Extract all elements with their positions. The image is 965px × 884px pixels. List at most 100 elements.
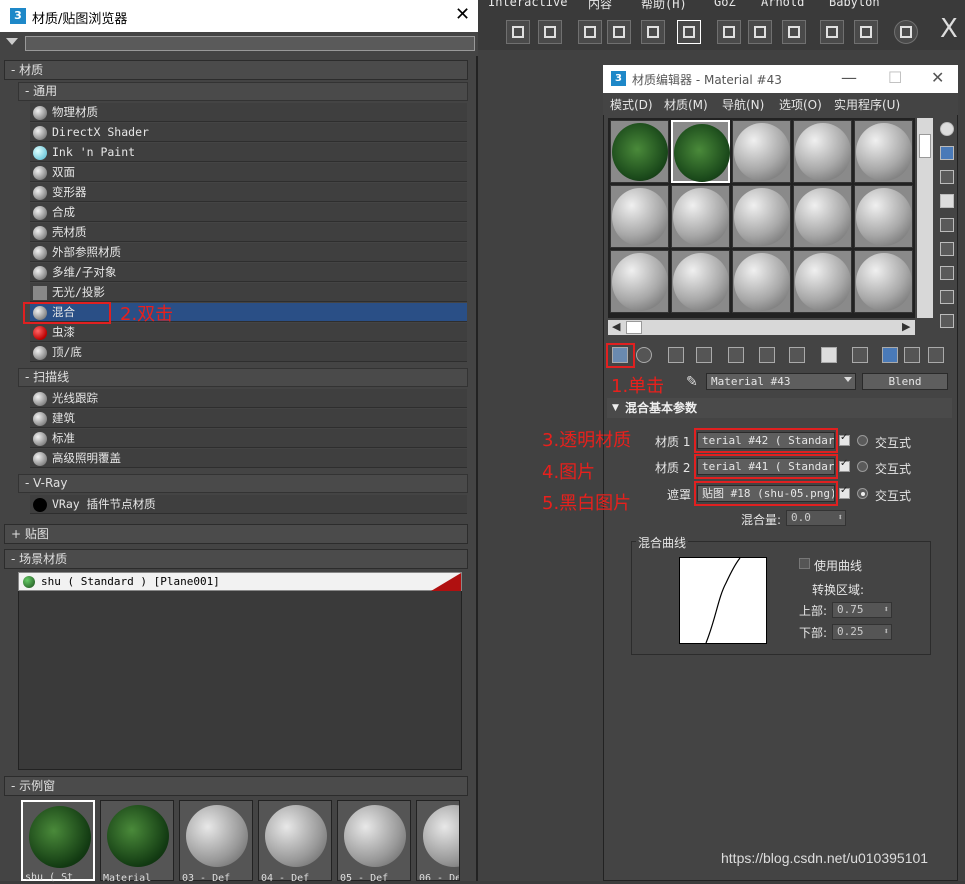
sample-slot[interactable] [854,185,913,248]
upper-spinner[interactable]: 0.75 [832,602,892,618]
menu-babylon[interactable]: Babylon [829,0,880,9]
list-item[interactable]: 合成 [30,203,467,222]
list-item[interactable]: 无光/投影 [30,283,467,302]
scene-material-row[interactable]: shu ( Standard ) [Plane001] [18,572,462,591]
background-icon[interactable] [940,170,954,184]
sample-slot[interactable]: 06 - De [416,800,460,881]
put-to-library-icon[interactable] [789,347,805,363]
close-icon[interactable]: X [940,14,958,44]
menu-options[interactable]: 选项(O) [779,96,822,113]
sample-slot[interactable]: 03 - Def [179,800,253,884]
sample-slot[interactable] [854,120,913,183]
sample-slot[interactable] [671,250,730,313]
text-tool-icon[interactable] [820,20,844,44]
maximize-icon[interactable]: ☐ [888,68,902,87]
make-unique-icon[interactable] [759,347,775,363]
sample-slot[interactable]: 05 - Def [337,800,411,884]
menu-arnold[interactable]: Arnold [761,0,804,9]
section-general[interactable]: - 通用 [18,82,468,101]
menu-goz[interactable]: GoZ [714,0,736,9]
schematic-view-icon[interactable] [506,20,530,44]
list-item[interactable]: 虫漆 [30,323,467,342]
list-item[interactable]: DirectX Shader [30,123,467,142]
go-forward-sibling-icon[interactable] [928,347,944,363]
section-vray[interactable]: - V-Ray [18,474,468,493]
horizontal-scrollbar[interactable]: ◀ ▶ [608,320,915,335]
copy-material-icon[interactable] [728,347,744,363]
minimize-icon[interactable]: — [841,68,857,87]
material-type-button[interactable]: Blend [862,373,948,390]
list-item[interactable]: 变形器 [30,183,467,202]
menu-utilities[interactable]: 实用程序(U) [834,96,900,113]
list-item[interactable]: 双面 [30,163,467,182]
sample-slot[interactable] [610,120,669,183]
render-production-icon[interactable] [782,20,806,44]
section-scanline[interactable]: - 扫描线 [18,368,468,387]
material2-enable-checkbox[interactable] [839,458,850,472]
toggle-ribbon-icon[interactable] [578,20,602,44]
sample-slot[interactable] [732,185,791,248]
sample-slot[interactable] [671,120,730,183]
search-input[interactable] [25,36,475,51]
section-sample-slots[interactable]: - 示例窗 [4,776,468,796]
chevron-down-icon[interactable] [844,377,852,382]
sample-slot[interactable] [671,185,730,248]
list-item[interactable]: 多维/子对象 [30,263,467,282]
menu-mode[interactable]: 模式(D) [610,96,653,113]
section-scene-materials[interactable]: - 场景材质 [4,549,468,569]
sample-slot[interactable] [793,250,852,313]
close-icon[interactable]: ✕ [931,68,944,87]
section-materials[interactable]: - 材质 [4,60,468,80]
show-end-result-icon[interactable] [882,347,898,363]
menu-material[interactable]: 材质(M) [664,96,708,113]
sample-slot[interactable] [610,250,669,313]
mask-enable-checkbox[interactable] [839,485,850,499]
backlight-icon[interactable] [940,146,954,160]
lower-spinner[interactable]: 0.25 [832,624,892,640]
material-editor-icon[interactable] [677,20,701,44]
uv-tiling-icon[interactable] [940,194,954,208]
put-to-scene-icon[interactable] [636,347,652,363]
sample-slot[interactable] [793,120,852,183]
mix-amount-spinner[interactable]: 0.0 [786,510,846,526]
close-icon[interactable]: ✕ [455,4,470,25]
scroll-thumb[interactable] [626,321,642,334]
use-curve-checkbox[interactable] [799,558,810,569]
video-color-check-icon[interactable] [940,218,954,232]
menu-content[interactable]: 内容 [588,0,612,12]
menu-navigation[interactable]: 导航(N) [722,96,764,113]
list-item[interactable]: 建筑 [30,409,467,428]
sample-slot[interactable] [610,185,669,248]
sample-slot[interactable]: shu ( St [21,800,95,883]
render-setup-icon[interactable] [717,20,741,44]
sample-slot[interactable] [732,120,791,183]
material-id-icon[interactable] [821,347,837,363]
list-item[interactable]: Ink 'n Paint [30,143,467,162]
list-item[interactable]: 高级照明覆盖 [30,449,467,468]
sample-slot[interactable] [854,250,913,313]
layer-explorer-icon[interactable] [538,20,562,44]
make-preview-icon[interactable] [940,242,954,256]
select-by-material-icon[interactable] [940,290,954,304]
rendered-frame-icon[interactable] [748,20,772,44]
material2-interactive-radio[interactable] [857,461,868,472]
scroll-left-icon[interactable]: ◀ [612,320,620,333]
material1-interactive-radio[interactable] [857,435,868,446]
sample-slot[interactable]: Material [100,800,174,884]
rollout-blend-basic-params[interactable]: ▼ 混合基本参数 [607,398,952,418]
vertical-scrollbar[interactable] [917,118,933,318]
list-item[interactable]: 顶/底 [30,343,467,362]
go-to-parent-icon[interactable] [904,347,920,363]
show-map-icon[interactable] [852,347,868,363]
menu-interactive[interactable]: Interactive [488,0,567,9]
list-item[interactable]: 标准 [30,429,467,448]
sample-slot[interactable]: 04 - Def [258,800,332,884]
sample-slot[interactable] [793,185,852,248]
material-name-input[interactable]: Material #43 [706,373,856,390]
material1-enable-checkbox[interactable] [839,432,850,446]
options-icon[interactable] [940,266,954,280]
scroll-thumb[interactable] [919,134,931,158]
section-maps[interactable]: + 贴图 [4,524,468,544]
options-dropdown-icon[interactable] [6,38,18,45]
scroll-right-icon[interactable]: ▶ [902,320,910,333]
